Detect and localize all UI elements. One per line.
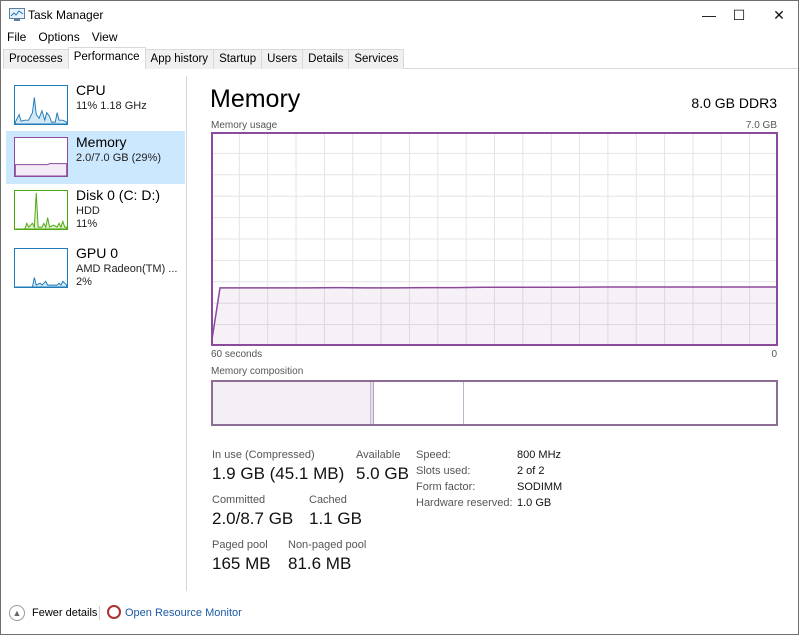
close-icon: ✕ xyxy=(773,6,785,23)
in-use-value: 1.9 GB (45.1 MB) xyxy=(212,464,345,483)
resource-sidebar: CPU 11% 1.18 GHz Memory 2.0/7.0 GB (29%)… xyxy=(1,76,187,591)
memory-composition-label: Memory composition xyxy=(211,366,304,377)
gpu-thumbnail-graph xyxy=(14,248,68,288)
sidebar-item-memory[interactable]: Memory 2.0/7.0 GB (29%) xyxy=(6,131,185,184)
tab-processes[interactable]: Processes xyxy=(3,49,69,69)
tab-bar: Processes Performance App history Startu… xyxy=(3,47,798,69)
tab-users[interactable]: Users xyxy=(261,49,304,69)
paged-pool-label: Paged pool xyxy=(212,539,268,551)
resource-monitor-icon[interactable] xyxy=(107,605,121,619)
menu-options[interactable]: Options xyxy=(32,29,85,47)
memory-usage-graph xyxy=(211,132,778,346)
in-use-label: In use (Compressed) xyxy=(212,449,315,461)
title-bar: Task Manager — ☐ ✕ xyxy=(1,1,798,29)
graph-time-end: 0 xyxy=(771,349,777,360)
hw-reserved-label: Hardware reserved: xyxy=(416,497,513,509)
tab-app-history[interactable]: App history xyxy=(144,49,215,69)
hw-reserved-value: 1.0 GB xyxy=(517,497,552,509)
menu-bar: File Options View xyxy=(1,29,124,47)
sidebar-disk-usage: 11% xyxy=(76,218,98,230)
memory-composition-bar xyxy=(211,380,778,426)
slots-label: Slots used: xyxy=(416,465,471,477)
speed-value: 800 MHz xyxy=(517,449,562,461)
sidebar-item-disk[interactable]: Disk 0 (C: D:) HDD 11% xyxy=(6,184,185,237)
cpu-thumbnail-graph xyxy=(14,85,68,125)
available-label: Available xyxy=(356,449,401,461)
close-button[interactable]: ✕ xyxy=(761,1,797,29)
committed-value: 2.0/8.7 GB xyxy=(212,509,294,528)
cached-label: Cached xyxy=(309,494,347,506)
sidebar-disk-type: HDD xyxy=(76,205,100,217)
graph-time-start: 60 seconds xyxy=(211,349,263,360)
nonpaged-pool-label: Non-paged pool xyxy=(288,539,367,551)
tab-details[interactable]: Details xyxy=(302,49,350,69)
sidebar-gpu-model: AMD Radeon(TM) ... xyxy=(76,263,178,275)
cached-value: 1.1 GB xyxy=(309,509,362,528)
speed-label: Speed: xyxy=(416,449,451,461)
page-title: Memory xyxy=(210,85,301,113)
slots-value: 2 of 2 xyxy=(517,465,545,477)
chevron-up-icon[interactable]: ▲ xyxy=(9,605,25,621)
window-title: Task Manager xyxy=(28,8,104,22)
disk-thumbnail-graph xyxy=(14,190,68,230)
tab-services[interactable]: Services xyxy=(348,49,405,69)
maximize-icon: ☐ xyxy=(732,6,746,23)
sidebar-cpu-usage: 11% 1.18 GHz xyxy=(76,100,147,112)
open-resource-monitor-link[interactable]: Open Resource Monitor xyxy=(125,607,242,619)
memory-usage-max: 7.0 GB xyxy=(745,120,777,131)
menu-view[interactable]: View xyxy=(86,29,124,47)
fewer-details-button[interactable]: Fewer details xyxy=(32,607,97,619)
tab-performance[interactable]: Performance xyxy=(67,47,146,69)
composition-free[interactable] xyxy=(464,382,776,424)
form-factor-label: Form factor: xyxy=(416,481,476,493)
composition-in-use[interactable] xyxy=(213,382,371,424)
sidebar-disk-title: Disk 0 (C: D:) xyxy=(76,187,160,203)
sidebar-memory-title: Memory xyxy=(76,134,127,150)
sidebar-item-cpu[interactable]: CPU 11% 1.18 GHz xyxy=(6,79,185,132)
minimize-icon: — xyxy=(702,7,716,23)
tab-startup[interactable]: Startup xyxy=(213,49,263,69)
available-value: 5.0 GB xyxy=(356,464,409,483)
sidebar-item-gpu[interactable]: GPU 0 AMD Radeon(TM) ... 2% xyxy=(6,242,185,295)
usage-area xyxy=(211,286,778,346)
maximize-button[interactable]: ☐ xyxy=(721,1,757,29)
task-manager-icon xyxy=(9,8,25,21)
memory-spec: 8.0 GB DDR3 xyxy=(691,95,777,111)
sidebar-gpu-usage: 2% xyxy=(76,276,92,288)
composition-standby[interactable] xyxy=(374,382,465,424)
nonpaged-pool-value: 81.6 MB xyxy=(288,554,352,573)
menu-file[interactable]: File xyxy=(1,29,32,47)
footer: ▲ Fewer details Open Resource Monitor xyxy=(1,599,798,629)
sidebar-gpu-title: GPU 0 xyxy=(76,245,119,261)
memory-usage-label: Memory usage xyxy=(211,120,278,131)
paged-pool-value: 165 MB xyxy=(212,554,271,573)
footer-divider xyxy=(99,606,100,620)
sidebar-memory-usage: 2.0/7.0 GB (29%) xyxy=(76,152,161,164)
sidebar-cpu-title: CPU xyxy=(76,82,106,98)
committed-label: Committed xyxy=(212,494,266,506)
form-factor-value: SODIMM xyxy=(517,481,563,493)
memory-thumbnail-graph xyxy=(14,137,68,177)
